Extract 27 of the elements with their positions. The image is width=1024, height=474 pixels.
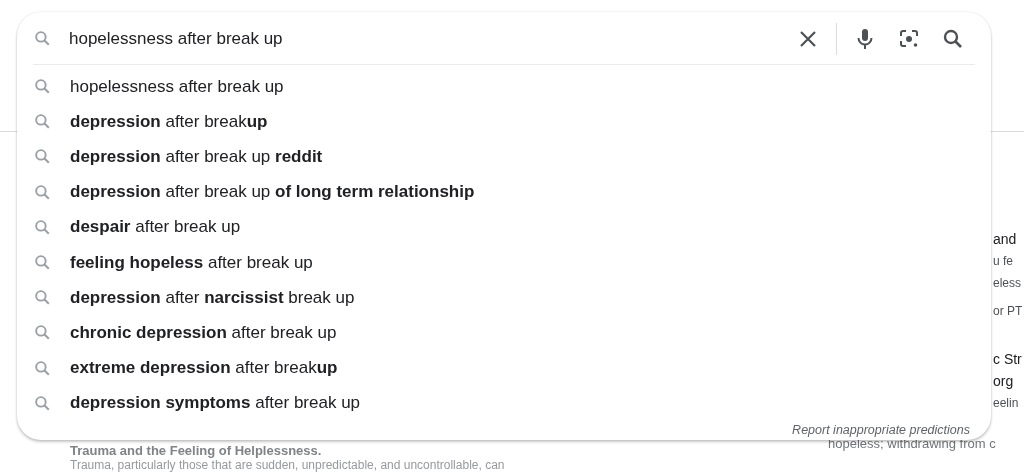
search-icon xyxy=(33,393,52,413)
search-icon xyxy=(33,29,52,48)
search-icon xyxy=(33,217,52,237)
result-title[interactable]: org xyxy=(993,370,1014,392)
result-snippet: eelin xyxy=(993,395,1019,412)
search-icon xyxy=(33,358,52,378)
suggestion-item[interactable]: extreme depression after breakup xyxy=(70,358,338,379)
result-snippet: Trauma, particularly those that are sudden, unpredictable, and uncontrollable, can xyxy=(70,458,505,473)
result-snippet: hopeless; withdrawing from c xyxy=(828,436,996,452)
suggestion-item[interactable]: despair after break up xyxy=(70,217,241,238)
search-icon xyxy=(33,182,52,202)
suggestion-item[interactable]: hopelessness after break up xyxy=(70,76,284,97)
result-title[interactable]: c Str xyxy=(993,348,1022,370)
suggestion-item[interactable]: depression after break up reddit xyxy=(70,146,323,167)
report-link[interactable]: Report inappropriate predictions xyxy=(792,423,970,437)
suggestion-item[interactable]: depression after breakup xyxy=(70,111,268,132)
result-heading[interactable]: Trauma and the Feeling of Helplessness. xyxy=(70,443,322,458)
suggestion-item[interactable]: depression after break up of long term relationship xyxy=(70,182,475,203)
result-snippet: u fe xyxy=(993,253,1013,270)
suggestion-item[interactable]: feeling hopeless after break up xyxy=(70,252,313,273)
suggestion-item[interactable]: depression symptoms after break up xyxy=(70,393,361,414)
result-source: or PT xyxy=(993,303,1023,320)
search-field[interactable]: hopelessness after break up xyxy=(69,23,786,54)
result-snippet: eless xyxy=(993,275,1021,292)
suggestion-item[interactable]: depression after narcissist break up xyxy=(70,287,355,308)
suggestion-item[interactable]: chronic depression after break up xyxy=(70,322,337,343)
result-title[interactable]: and xyxy=(993,228,1017,250)
